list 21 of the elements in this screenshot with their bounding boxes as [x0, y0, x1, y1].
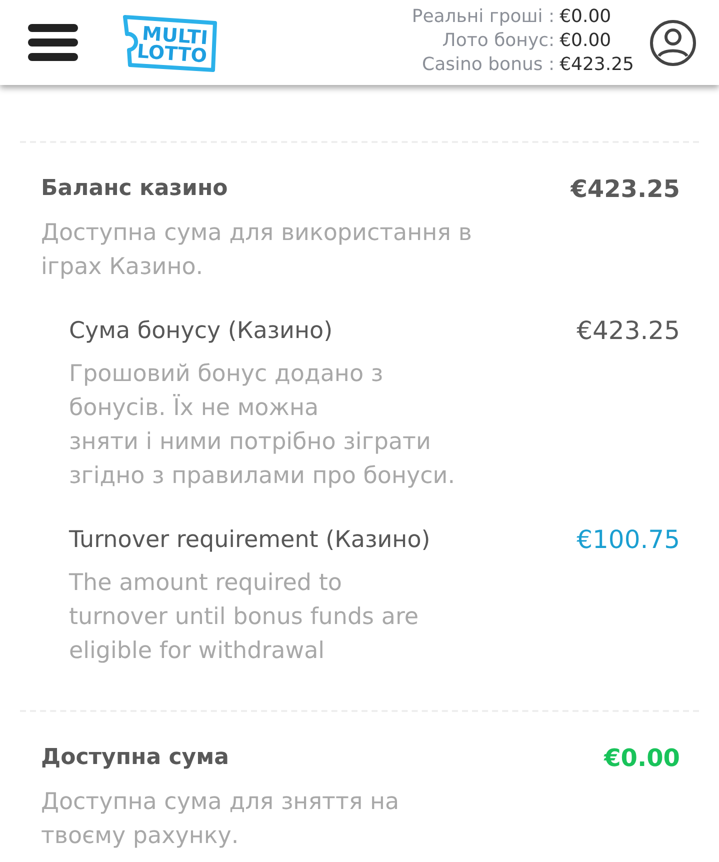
- balance-amount: €423.25: [560, 53, 634, 77]
- logo: MULTI LOTTO: [120, 14, 218, 72]
- item-amount: €423.25: [576, 316, 680, 346]
- balance-amount: €0.00: [560, 5, 612, 29]
- section-title: Доступна сума: [41, 744, 229, 772]
- balance-amount: €0.00: [560, 29, 612, 53]
- section-description: Доступна сума для використання в іграх Казино.: [41, 219, 472, 282]
- user-icon[interactable]: [650, 20, 696, 66]
- item-title: Сума бонусу (Казино): [69, 317, 333, 346]
- section-title: Баланс казино: [41, 175, 228, 203]
- section-amount: €0.00: [604, 743, 680, 773]
- balance-label: Лото бонус:: [441, 29, 555, 53]
- menu-icon[interactable]: [28, 24, 78, 61]
- item-description: Грошовий бонус додано з бонусів. Їх не можна зняти і ними потрібно зіграти згідно з правилами про бонуси.: [69, 360, 456, 491]
- section-amount: €423.25: [570, 174, 680, 204]
- balance-label: Casino bonus :: [421, 53, 555, 77]
- balance-label: Реальні гроші :: [412, 5, 555, 29]
- item-description: The amount required to turnover until bonus funds are eligible for withdrawal: [69, 569, 419, 666]
- item-title: Turnover requirement (Казино): [69, 526, 430, 555]
- item-amount: €100.75: [576, 525, 680, 555]
- section-description: Доступна сума для зняття на твоєму рахунку.: [41, 788, 400, 851]
